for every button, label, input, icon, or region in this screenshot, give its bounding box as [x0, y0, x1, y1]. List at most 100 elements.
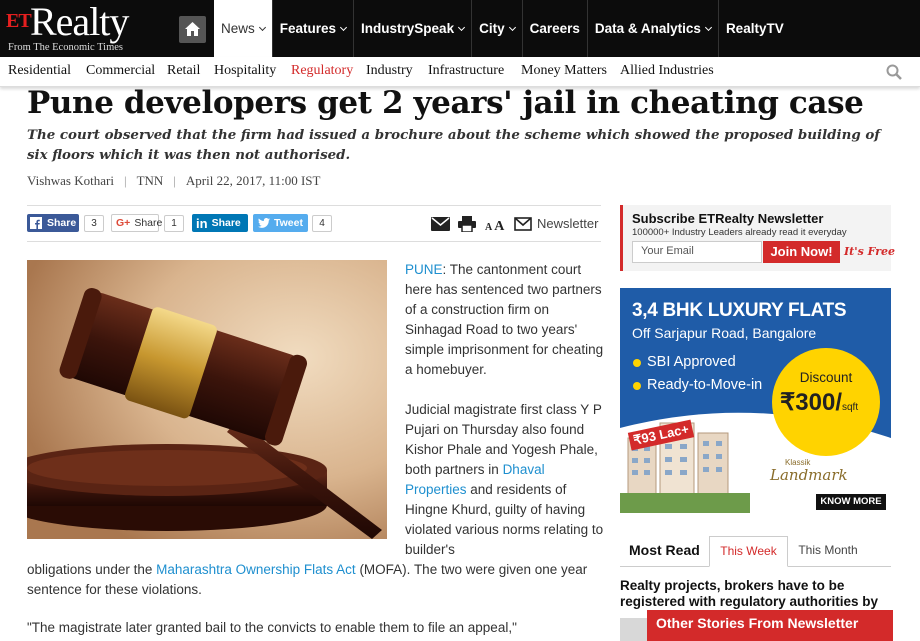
facebook-share-label: Share — [47, 217, 77, 229]
email-icon[interactable] — [431, 217, 450, 231]
advertisement-luxury-flats[interactable]: 3,4 BHK LUXURY FLATS Off Sarjapur Road, … — [620, 288, 891, 513]
newsletter-subscribe-box: Subscribe ETRealty Newsletter 100000+ In… — [620, 205, 895, 271]
story-thumbnail — [620, 618, 647, 641]
twitter-icon — [258, 218, 270, 228]
discount-value: ₹300/sqft — [780, 388, 858, 417]
linkedin-share-button[interactable]: in Share — [192, 214, 248, 232]
nav-city-label: City — [479, 21, 505, 36]
know-more-button[interactable]: KNOW MORE — [816, 494, 886, 510]
chevron-down-icon — [704, 23, 712, 31]
nav-news-label: News — [221, 21, 255, 36]
nav-features-label: Features — [279, 21, 337, 36]
most-read-item[interactable]: Realty projects, brokers have to be regi… — [620, 578, 891, 610]
google-plus-icon: G+ — [116, 217, 131, 229]
dateline-link[interactable]: PUNE — [405, 262, 443, 277]
tab-this-month[interactable]: This Month — [788, 536, 868, 566]
subnav-industry[interactable]: Industry — [366, 63, 413, 79]
author-name[interactable]: Vishwas Kothari — [27, 173, 114, 188]
linkedin-share-label: Share — [211, 217, 241, 229]
gplus-share-count: 1 — [164, 215, 184, 232]
chevron-down-icon — [340, 23, 348, 31]
ad-bullet-2: Ready-to-Move-in — [647, 377, 763, 393]
chevron-down-icon — [458, 23, 466, 31]
site-logo[interactable]: ET Realty From The Economic Times — [6, 0, 158, 54]
subnav-money-matters[interactable]: Money Matters — [521, 63, 607, 79]
logo-realty: Realty — [30, 0, 129, 44]
discount-label: Discount — [799, 370, 853, 385]
article-image-gavel — [27, 260, 387, 539]
subnav-commercial[interactable]: Commercial — [86, 63, 155, 79]
nav-city[interactable]: City — [471, 0, 522, 57]
font-decrease[interactable]: A — [485, 222, 492, 233]
subnav-regulatory[interactable]: Regulatory — [291, 63, 353, 79]
home-button[interactable] — [179, 16, 206, 43]
paragraph-2-text-c: obligations under the — [27, 562, 157, 577]
newsletter-email-input[interactable]: Your Email — [632, 241, 762, 263]
search-icon[interactable] — [886, 64, 902, 80]
subnav-residential[interactable]: Residential — [8, 63, 71, 79]
newsletter-title: Subscribe ETRealty Newsletter — [632, 211, 824, 226]
most-read-widget: Most Read This Week This Month — [620, 535, 891, 567]
nav-industryspeak[interactable]: IndustrySpeak — [353, 0, 471, 57]
article-synopsis: The court observed that the firm had iss… — [27, 127, 881, 163]
byline-separator: | — [173, 173, 176, 188]
ad-subtitle: Off Sarjapur Road, Bangalore — [632, 325, 817, 341]
join-now-button[interactable]: Join Now! — [763, 241, 840, 263]
chevron-down-icon — [258, 23, 266, 31]
ad-bullet-1: SBI Approved — [647, 354, 736, 370]
gplus-share-button[interactable]: G+ Share — [111, 214, 163, 232]
byline-separator: | — [123, 173, 127, 188]
home-icon — [185, 22, 200, 36]
print-icon[interactable] — [458, 216, 476, 232]
nav-data-analytics[interactable]: Data & Analytics — [586, 0, 718, 57]
ad-discount-badge: Discount ₹300/sqft — [772, 348, 880, 456]
article-source: TNN — [136, 173, 164, 188]
paragraph-1-text: : The cantonment court here has sentence… — [405, 262, 604, 377]
nav-realtytv-label: RealtyTV — [725, 21, 784, 36]
facebook-share-button[interactable]: Share — [27, 214, 79, 232]
subnav-retail[interactable]: Retail — [167, 63, 200, 79]
nav-careers-label: Careers — [529, 21, 580, 36]
tab-this-week[interactable]: This Week — [709, 536, 788, 567]
facebook-share-count: 3 — [84, 215, 104, 232]
twitter-share-count: 4 — [312, 215, 332, 232]
font-size-control[interactable]: AA — [485, 217, 504, 235]
gplus-share-label: Share — [134, 217, 163, 229]
article-headline: Pune developers get 2 years' jail in che… — [27, 85, 864, 121]
sub-nav: Residential Commercial Retail Hospitalit… — [0, 57, 920, 87]
nav-features[interactable]: Features — [271, 0, 353, 57]
nav-realtytv[interactable]: RealtyTV — [717, 0, 791, 57]
article-paragraph-3: "The magistrate later granted bail to th… — [27, 620, 517, 635]
most-read-title: Most Read — [629, 542, 700, 558]
chevron-down-icon — [508, 23, 516, 31]
main-nav: News Features IndustrySpeak City Careers… — [214, 0, 791, 57]
logo-et: ET — [6, 10, 32, 32]
twitter-share-button[interactable]: Tweet — [253, 214, 308, 232]
nav-news[interactable]: News — [214, 0, 272, 57]
subnav-infrastructure[interactable]: Infrastructure — [428, 63, 504, 79]
newsletter-subtitle: 100000+ Industry Leaders already read it… — [632, 227, 847, 238]
its-free-label: It's Free — [844, 245, 896, 258]
nav-data-analytics-label: Data & Analytics — [594, 21, 701, 36]
subnav-allied-industries[interactable]: Allied Industries — [620, 63, 714, 79]
ad-title: 3,4 BHK LUXURY FLATS — [632, 300, 847, 321]
mofa-link[interactable]: Maharashtra Ownership Flats Act — [156, 562, 356, 577]
newsletter-link[interactable]: Newsletter — [537, 216, 598, 231]
top-header: ET Realty From The Economic Times News F… — [0, 0, 920, 57]
article-paragraph-2: Judicial magistrate first class Y P Puja… — [405, 400, 605, 560]
bullet-icon — [633, 359, 641, 367]
facebook-icon — [30, 217, 42, 229]
other-stories-bar[interactable]: Other Stories From Newsletter — [647, 610, 893, 641]
font-increase[interactable]: A — [494, 219, 504, 234]
article-paragraph-2-continued: obligations under the Maharashtra Owners… — [27, 560, 602, 600]
nav-careers[interactable]: Careers — [521, 0, 587, 57]
logo-tagline: From The Economic Times — [8, 42, 124, 53]
nav-industryspeak-label: IndustrySpeak — [361, 21, 455, 36]
linkedin-icon: in — [196, 215, 208, 231]
discount-amount: ₹300/ — [780, 389, 842, 416]
article-paragraph-1: PUNE: The cantonment court here has sent… — [405, 260, 605, 380]
article-date: April 22, 2017, 11:00 IST — [185, 173, 321, 188]
discount-unit: sqft — [841, 402, 859, 413]
newsletter-envelope-icon[interactable] — [514, 217, 532, 231]
subnav-hospitality[interactable]: Hospitality — [214, 63, 276, 79]
